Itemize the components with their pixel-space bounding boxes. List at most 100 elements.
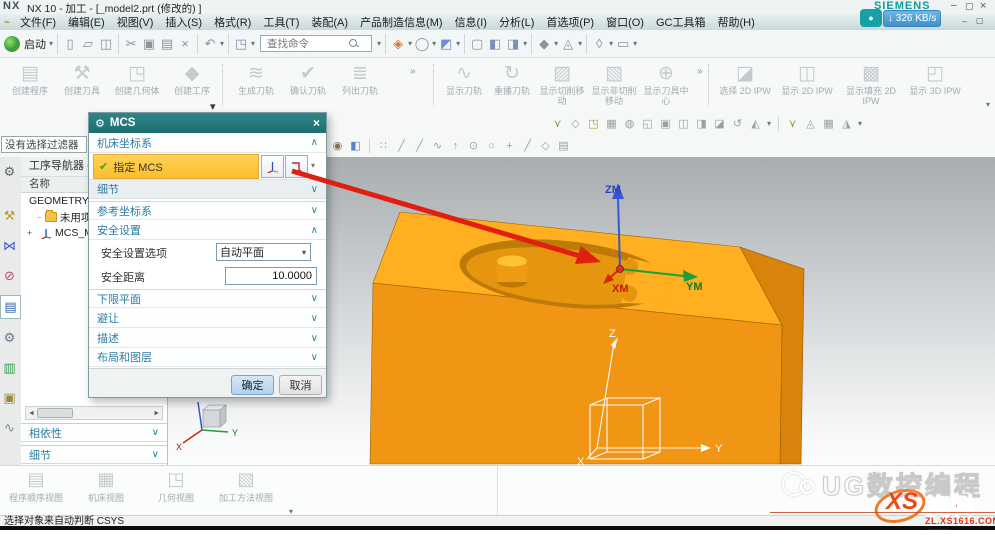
snap-curve-icon[interactable]: ∿ [430,138,445,153]
snap-scattered-icon[interactable]: ∷ [376,138,391,153]
chevron-up-icon[interactable]: ∧ [311,137,318,148]
create-operation-button[interactable]: ◆ 创建工序 [166,60,218,96]
reference-csys-section[interactable]: 参考坐标系 ∨ [89,201,326,220]
view-tool-icon[interactable]: ◇ [568,116,583,131]
menu-analysis[interactable]: 分析(L) [493,14,540,30]
tree-expand-icon[interactable]: + [27,228,37,238]
web-browser-icon[interactable]: ▣ [0,387,19,409]
view-tool-icon[interactable]: ◍ [622,116,637,131]
view-tool-icon[interactable]: ◱ [640,116,655,131]
snap-intersection-icon[interactable]: + [502,138,517,153]
delete-icon[interactable]: × [176,35,194,53]
menu-insert[interactable]: 插入(S) [159,14,208,30]
navigator-hscrollbar[interactable]: ◄ ► [25,406,163,420]
lower-limit-section[interactable]: 下限平面 ∨ [89,289,326,308]
view-tool-icon[interactable]: ◨ [694,116,709,131]
shaded-cube-icon[interactable]: ◩ [437,35,455,53]
search-input[interactable] [265,37,349,51]
csys-dialog-button[interactable] [261,155,284,178]
more-tools-icon[interactable]: » [697,66,703,77]
module-icon[interactable]: ◳ [232,35,250,53]
copy-icon[interactable]: ▣ [140,35,158,53]
snap-pole-icon[interactable]: ↑ [448,138,463,153]
pane-icon[interactable]: ▢ [468,35,486,53]
ok-button[interactable]: 确定 [231,375,274,395]
view-tool-icon[interactable]: ⋎ [785,116,800,131]
program-order-view-button[interactable]: ▤ 程序顺序视图 [8,469,64,503]
menu-information[interactable]: 信息(I) [449,14,493,30]
show-filled-2d-ipw-button[interactable]: ▩ 显示填充 2D IPW [838,60,904,107]
menu-gc-toolbox[interactable]: GC工具箱 [650,14,712,30]
description-section[interactable]: 描述 ∨ [89,329,326,348]
more-tools-icon[interactable]: » [410,66,416,77]
ribbon-overflow-caret-icon[interactable]: ▾ [985,100,991,109]
display-mode-icon[interactable]: ◯ [413,35,431,53]
dialog-title-bar[interactable]: ⚙ MCS × [89,113,326,133]
create-program-button[interactable]: ▤ 创建程序 [4,60,56,96]
menu-format[interactable]: 格式(R) [208,14,257,30]
avoidance-section[interactable]: 避让 ∨ [89,309,326,328]
view-orientation-gizmo[interactable] [183,402,228,443]
snap-point-icon[interactable]: ◇ [538,138,553,153]
safety-option-combo[interactable]: 自动平面 ▾ [216,243,311,261]
view-tool-icon[interactable]: ⋎ [550,116,565,131]
show-toolpath-button[interactable]: ∿ 显示刀轨 [440,60,488,107]
assembly-navigator-icon[interactable]: ⚒ [0,205,19,227]
show-cut-moves-button[interactable]: ▨ 显示切削移动 [536,60,588,107]
chevron-down-icon[interactable]: ∨ [311,352,318,363]
caret-icon[interactable]: ▾ [522,39,528,48]
create-geometry-button[interactable]: ◳ 创建几何体 [108,60,166,96]
chevron-down-icon[interactable]: ∨ [311,333,318,344]
view-tool-icon[interactable]: ◪ [712,116,727,131]
shaded-object-icon[interactable]: ◧ [348,138,363,153]
chevron-down-icon[interactable]: ∨ [311,205,318,216]
constraint-navigator-icon[interactable]: ⋈ [0,235,19,257]
menu-pmi[interactable]: 产品制造信息(M) [354,14,449,30]
view-tool-icon[interactable]: ↺ [730,116,745,131]
show-noncut-moves-button[interactable]: ▧ 显示非切削移动 [588,60,640,107]
undo-icon[interactable]: ↶ [201,35,219,53]
view-tool-icon[interactable]: ◮ [839,116,854,131]
specify-mcs-field[interactable]: ✔ 指定 MCS [93,154,259,179]
caret-icon[interactable]: ▾ [766,119,772,128]
view-tool-icon[interactable]: ▦ [821,116,836,131]
view-tool-icon[interactable]: ▣ [658,116,673,131]
scroll-right-icon[interactable]: ► [151,410,162,417]
menu-assemblies[interactable]: 装配(A) [305,14,354,30]
mcs-details-section[interactable]: 细节 ∨ [89,179,326,199]
restore-button[interactable]: ▢ [965,1,974,12]
details-section[interactable]: 细节 ∨ [21,445,167,464]
chevron-up-icon[interactable]: ∧ [311,225,318,236]
view-tool-icon[interactable]: ◳ [586,116,601,131]
paste-icon[interactable]: ▤ [158,35,176,53]
geometry-view-button[interactable]: ◳ 几何视图 [148,469,204,503]
generate-toolpath-button[interactable]: ≋ 生成刀轨 [230,60,282,96]
menu-view[interactable]: 视图(V) [111,14,160,30]
model-cylinder-boss[interactable] [497,256,527,288]
view-tool-icon[interactable]: ◬ [803,116,818,131]
verify-toolpath-button[interactable]: ✔ 确认刀轨 [282,60,334,96]
machine-tool-navigator-icon[interactable]: ⚙ [0,327,19,349]
show-3d-ipw-button[interactable]: ◰ 显示 3D IPW [904,60,966,107]
dependencies-section[interactable]: 相依性 ∨ [21,423,167,442]
history-icon[interactable]: ∿ [0,417,19,439]
selection-filter-combo[interactable]: 没有选择过滤器 [1,136,87,153]
menu-edit[interactable]: 编辑(E) [62,14,111,30]
menu-preferences[interactable]: 首选项(P) [540,14,600,30]
view-tool-icon[interactable]: ▦ [604,116,619,131]
list-toolpath-button[interactable]: ≣ 列出刀轨 [334,60,386,96]
window-layout-icon[interactable]: ◈ [389,35,407,53]
measure-icon[interactable]: ◊ [590,35,608,53]
safety-distance-input[interactable] [225,267,317,285]
selection-arrow-icon[interactable]: ◬ [559,35,577,53]
menu-window[interactable]: 窗口(O) [600,14,650,30]
cancel-button[interactable]: 取消 [279,375,322,395]
snap-plane-icon[interactable]: ▤ [556,138,571,153]
clip-section-icon[interactable]: ◨ [504,35,522,53]
menu-file[interactable]: 文件(F) [14,14,62,30]
menu-tools[interactable]: 工具(T) [257,14,305,30]
part-navigator-icon[interactable]: ⊘ [0,265,19,287]
snap-circle-icon[interactable]: ○ [484,138,499,153]
caret-icon[interactable]: ▾ [632,39,638,48]
reuse-library-icon[interactable]: ▥ [0,357,19,379]
